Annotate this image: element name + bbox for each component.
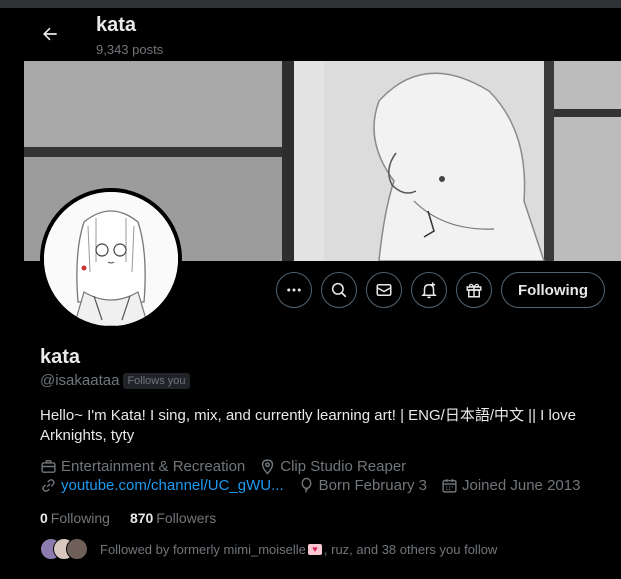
website-link[interactable]: youtube.com/channel/UC_gWU... (61, 477, 284, 494)
gift-icon (466, 283, 482, 298)
followers-number: 870 (129, 510, 154, 526)
followers-label: Followers (156, 510, 217, 526)
follower-avatar (66, 538, 88, 560)
link-icon (42, 479, 55, 492)
message-button[interactable] (366, 272, 403, 308)
category-item: Entertainment & Recreation (40, 458, 245, 475)
followed-by-suffix: , ruz, and 38 others you follow (323, 541, 498, 557)
followed-by[interactable]: Followed by formerly mimi_moiselle ♥ , r… (40, 538, 497, 560)
location-item: Clip Studio Reaper (259, 458, 406, 475)
website-item[interactable]: youtube.com/channel/UC_gWU... (40, 477, 284, 494)
following-label: Following (50, 510, 110, 526)
followers-count[interactable]: 870 Followers (130, 510, 216, 526)
follows-you-badge: Follows you (123, 372, 190, 389)
gift-button[interactable] (456, 272, 493, 308)
joined-item: Joined June 2013 (441, 477, 580, 494)
follow-counts: 0 Following 870 Followers (40, 510, 236, 526)
meta-row-2: youtube.com/channel/UC_gWU... Born Febru… (40, 477, 594, 494)
mail-icon (376, 284, 392, 296)
handle: @isakaataa (40, 372, 120, 389)
location-text: Clip Studio Reaper (280, 458, 407, 475)
heart-emoji-icon: ♥ (307, 543, 322, 555)
post-count: 9,343 posts (96, 42, 164, 57)
joined-text: Joined June 2013 (462, 477, 581, 494)
more-dots-icon (287, 288, 301, 292)
more-button[interactable] (276, 272, 313, 308)
following-count[interactable]: 0 Following (40, 510, 110, 526)
avatar-illustration (44, 192, 178, 326)
profile-actions: Following (276, 272, 605, 308)
search-button[interactable] (321, 272, 358, 308)
profile-header: kata 9,343 posts (24, 8, 621, 61)
notifications-button[interactable] (411, 272, 448, 308)
bio: Hello~ I'm Kata! I sing, mix, and curren… (40, 407, 576, 444)
arrow-left-icon (43, 27, 57, 41)
birthday-text: Born February 3 (318, 477, 427, 494)
header-title: kata (96, 14, 137, 36)
search-icon (331, 282, 347, 298)
follower-avatars (40, 538, 88, 560)
briefcase-icon (41, 460, 56, 473)
birthday-item: Born February 3 (298, 477, 427, 494)
calendar-icon (442, 479, 457, 493)
meta-row-1: Entertainment & Recreation Clip Studio R… (40, 458, 420, 475)
following-number: 0 (40, 510, 48, 526)
following-button[interactable]: Following (501, 272, 605, 308)
profile-column: kata 9,343 posts Following kata @isakaat… (24, 8, 621, 579)
bell-plus-icon (421, 282, 437, 299)
category-text: Entertainment & Recreation (61, 458, 246, 475)
display-name: kata (40, 346, 81, 368)
location-pin-icon (262, 459, 274, 475)
window-top-strip (0, 0, 621, 8)
handle-row: @isakaataa Follows you (40, 372, 190, 389)
followed-by-prefix: Followed by formerly mimi_moiselle (100, 541, 306, 557)
back-button[interactable] (36, 20, 64, 48)
avatar[interactable] (40, 188, 182, 330)
balloon-icon (301, 477, 312, 493)
left-gutter (0, 8, 24, 579)
